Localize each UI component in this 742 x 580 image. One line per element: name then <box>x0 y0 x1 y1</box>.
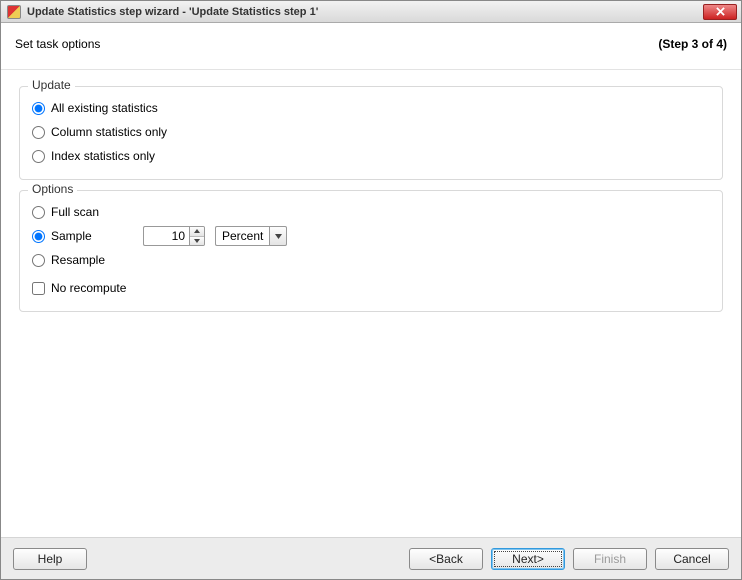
window-title: Update Statistics step wizard - 'Update … <box>27 6 318 18</box>
close-icon <box>716 7 725 16</box>
next-button[interactable]: Next> <box>491 548 565 570</box>
radio-resample[interactable] <box>32 254 45 267</box>
options-legend: Options <box>28 182 77 196</box>
back-button[interactable]: <Back <box>409 548 483 570</box>
chevron-down-icon <box>194 239 200 243</box>
sample-spinner <box>189 226 205 246</box>
titlebar: Update Statistics step wizard - 'Update … <box>1 1 741 23</box>
sample-unit-dropdown[interactable]: Percent <box>215 226 287 246</box>
checkbox-no-recompute[interactable] <box>32 282 45 295</box>
step-indicator: (Step 3 of 4) <box>658 37 727 51</box>
app-icon <box>7 5 21 19</box>
radio-sample[interactable] <box>32 230 45 243</box>
radio-column-only[interactable] <box>32 126 45 139</box>
update-group: Update All existing statistics Column st… <box>19 86 723 180</box>
radio-full-scan[interactable] <box>32 206 45 219</box>
chevron-down-icon <box>275 234 282 239</box>
sample-spin-up[interactable] <box>190 227 204 236</box>
radio-column-only-label[interactable]: Column statistics only <box>51 125 167 139</box>
update-legend: Update <box>28 78 75 92</box>
cancel-button[interactable]: Cancel <box>655 548 729 570</box>
help-button[interactable]: Help <box>13 548 87 570</box>
radio-full-scan-label[interactable]: Full scan <box>51 205 99 219</box>
radio-index-only-label[interactable]: Index statistics only <box>51 149 155 163</box>
checkbox-no-recompute-label[interactable]: No recompute <box>51 281 126 295</box>
radio-all-existing[interactable] <box>32 102 45 115</box>
close-button[interactable] <box>703 4 737 20</box>
sample-unit-value: Percent <box>215 226 269 246</box>
sample-unit-button[interactable] <box>269 226 287 246</box>
radio-all-existing-label[interactable]: All existing statistics <box>51 101 158 115</box>
sample-spin-down[interactable] <box>190 236 204 246</box>
radio-index-only[interactable] <box>32 150 45 163</box>
finish-button: Finish <box>573 548 647 570</box>
sample-value-input[interactable] <box>143 226 189 246</box>
radio-resample-label[interactable]: Resample <box>51 253 105 267</box>
task-label: Set task options <box>15 37 100 51</box>
options-group: Options Full scan Sample <box>19 190 723 312</box>
chevron-up-icon <box>194 229 200 233</box>
subheader: Set task options (Step 3 of 4) <box>1 23 741 70</box>
footer: Help <Back Next> Finish Cancel <box>1 537 741 579</box>
content-area: Update All existing statistics Column st… <box>1 70 741 330</box>
sample-value-field <box>143 226 205 246</box>
radio-sample-label[interactable]: Sample <box>51 229 92 243</box>
